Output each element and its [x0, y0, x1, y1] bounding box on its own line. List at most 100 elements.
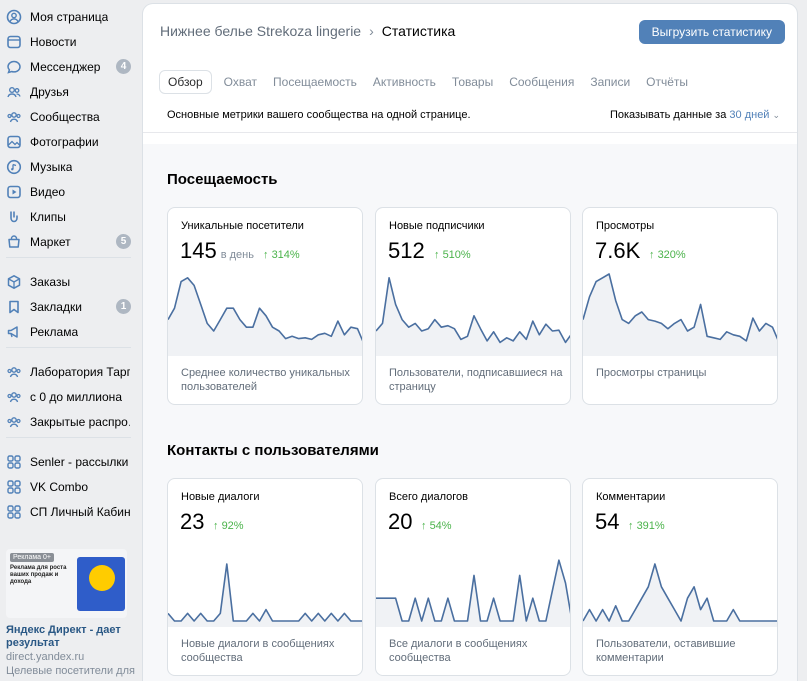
sidebar-item-label: Фотографии	[30, 134, 99, 149]
metric-delta: ↑ 314%	[263, 249, 300, 261]
metric-description: Все диалоги в сообщениях сообщества	[389, 638, 528, 664]
sidebar-item-music[interactable]: Музыка	[0, 154, 143, 179]
metric-value: 23	[180, 509, 204, 535]
ad-title[interactable]: Яндекс Директ - дает результат	[6, 624, 136, 650]
app-icon	[6, 454, 22, 470]
sidebar-item-app-0[interactable]: Senler - рассылки …	[0, 449, 143, 474]
metric-sparkline[interactable]	[583, 266, 778, 356]
sidebar-item-video[interactable]: Видео	[0, 179, 143, 204]
metric-value: 145 в день	[180, 238, 254, 264]
metric-title: Новые подписчики	[389, 220, 485, 232]
sidebar-item-label: Senler - рассылки …	[30, 454, 130, 469]
stats-tabs: Обзор Охват Посещаемость Активность Товары Со…	[143, 67, 797, 97]
sidebar-item-photo[interactable]: Фотографии	[0, 129, 143, 154]
metric-sparkline[interactable]	[583, 537, 778, 627]
sidebar-item-group-2[interactable]: Закрытые распро…	[0, 409, 143, 434]
sidebar-item-app-2[interactable]: СП Личный Кабин…	[0, 499, 143, 524]
ad-domain[interactable]: direct.yandex.ru	[6, 650, 136, 664]
metric-number: 145	[180, 238, 217, 263]
app-icon	[6, 504, 22, 520]
sidebar-item-label: Заказы	[30, 274, 71, 289]
sidebar-separator	[6, 257, 131, 258]
metric-card[interactable]: Уникальные посетители 145 в день ↑ 314% Сред…	[167, 207, 363, 405]
sidebar-item-label: Новости	[30, 34, 77, 49]
section-title: Посещаемость	[167, 171, 278, 188]
sidebar-item-label: Моя страница	[30, 9, 109, 24]
metric-sparkline[interactable]	[376, 537, 571, 627]
metric-sparkline[interactable]	[168, 537, 363, 627]
sidebar-item-friends[interactable]: Друзья	[0, 79, 143, 104]
sidebar-item-label: Мессенджер	[30, 59, 101, 74]
tab-6[interactable]: Записи	[582, 70, 638, 94]
sidebar-item-orders[interactable]: Заказы	[0, 269, 143, 294]
tab-2[interactable]: Посещаемость	[265, 70, 365, 94]
sidebar-item-label: СП Личный Кабин…	[30, 504, 130, 519]
metric-delta: ↑ 92%	[213, 520, 244, 532]
sidebar-item-label: Реклама	[30, 324, 79, 339]
sidebar-item-market[interactable]: Маркет 5	[0, 229, 143, 254]
metric-value: 54	[595, 509, 619, 535]
communities-icon	[6, 109, 22, 125]
app-icon	[6, 479, 22, 495]
sidebar-item-bookmark[interactable]: Закладки 1	[0, 294, 143, 319]
metric-number: 54	[595, 509, 620, 534]
sidebar-separator	[6, 437, 131, 438]
counter-badge: 5	[116, 234, 131, 249]
sidebar-separator	[6, 347, 131, 348]
sidebar-item-group-0[interactable]: Лаборатория Тарг…	[0, 359, 143, 384]
metric-delta-value: 391%	[636, 520, 665, 532]
metric-description: Среднее количество уникальных пользовате…	[181, 367, 350, 393]
counter-badge: 1	[116, 299, 131, 314]
statistics-panel: Нижнее белье Strekoza lingerie › Статист…	[143, 4, 797, 681]
orders-icon	[6, 274, 22, 290]
ads-icon	[6, 324, 22, 340]
user-circle-icon	[6, 9, 22, 25]
metric-card[interactable]: Просмотры 7.6K ↑ 320% Просмотры страницы	[582, 207, 778, 405]
period-selector[interactable]: Показывать данные за 30 дней ⌄	[610, 109, 780, 121]
tab-7[interactable]: Отчёты	[638, 70, 696, 94]
counter-badge: 4	[116, 59, 131, 74]
metric-value: 20	[388, 509, 412, 535]
group-icon	[6, 389, 22, 405]
sidebar-item-message[interactable]: Мессенджер 4	[0, 54, 143, 79]
tab-4[interactable]: Товары	[444, 70, 501, 94]
friends-icon	[6, 84, 22, 100]
sidebar-item-clips[interactable]: Клипы	[0, 204, 143, 229]
chevron-down-icon[interactable]: ⌄	[772, 110, 780, 120]
sidebar-ad[interactable]: Реклама 0+ Реклама для роста ваших продаж…	[6, 549, 136, 678]
sidebar-item-communities[interactable]: Сообщества	[0, 104, 143, 129]
arrow-up-icon: ↑	[649, 249, 658, 261]
tab-3[interactable]: Активность	[365, 70, 444, 94]
sidebar-item-ads[interactable]: Реклама	[0, 319, 143, 344]
metric-sparkline[interactable]	[168, 266, 363, 356]
sidebar-item-label: VK Combo	[30, 479, 89, 494]
metric-card[interactable]: Новые подписчики 512 ↑ 510% Пользователи, п…	[375, 207, 571, 405]
metric-delta-value: 54%	[429, 520, 452, 532]
ad-image[interactable]: Реклама 0+ Реклама для роста ваших продаж…	[6, 549, 127, 618]
breadcrumb-community[interactable]: Нижнее белье Strekoza lingerie	[160, 23, 361, 39]
video-icon	[6, 184, 22, 200]
arrow-up-icon: ↑	[263, 249, 272, 261]
sidebar-item-user-circle[interactable]: Моя страница	[0, 4, 143, 29]
period-value[interactable]: 30 дней	[729, 109, 769, 121]
sparkline-line	[583, 563, 777, 622]
sidebar-item-news[interactable]: Новости	[0, 29, 143, 54]
export-statistics-button[interactable]: Выгрузить статистику	[638, 20, 785, 44]
metric-card[interactable]: Новые диалоги 23 ↑ 92% Новые диалоги в сооб…	[167, 478, 363, 676]
tab-1[interactable]: Охват	[216, 70, 265, 94]
sidebar-item-app-1[interactable]: VK Combo	[0, 474, 143, 499]
ad-age-badge: Реклама 0+	[10, 553, 55, 562]
metric-card[interactable]: Комментарии 54 ↑ 391% Пользователи, оставив…	[582, 478, 778, 676]
sidebar-item-group-1[interactable]: с 0 до миллиона	[0, 384, 143, 409]
metric-description: Пользователи, оставившие комментарии	[596, 638, 736, 664]
message-icon	[6, 59, 22, 75]
arrow-up-icon: ↑	[421, 520, 430, 532]
tab-5[interactable]: Сообщения	[501, 70, 582, 94]
page-title: Статистика	[381, 23, 456, 39]
metric-description: Просмотры страницы	[596, 367, 707, 379]
metric-sparkline[interactable]	[376, 266, 571, 356]
clips-icon	[6, 209, 22, 225]
tab-0[interactable]: Обзор	[159, 70, 212, 94]
metric-card[interactable]: Всего диалогов 20 ↑ 54% Все диалоги в сообщ…	[375, 478, 571, 676]
stats-content: Посещаемость Уникальные посетители 145 в де…	[143, 144, 797, 681]
